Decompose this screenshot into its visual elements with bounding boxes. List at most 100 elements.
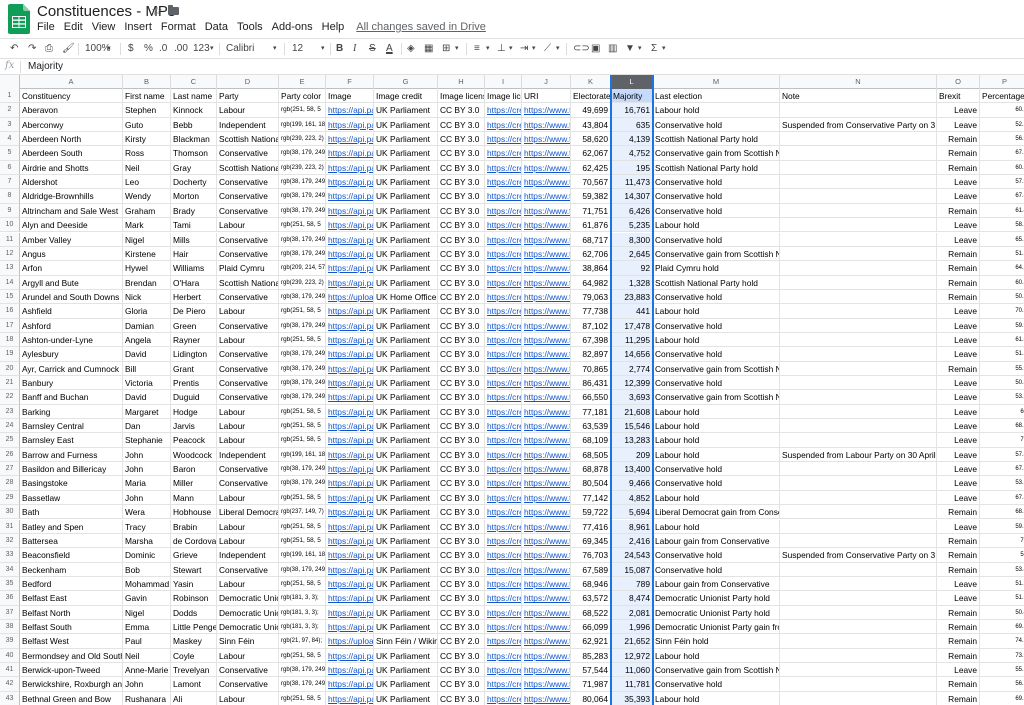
row-number[interactable]: 5 <box>0 146 20 161</box>
cell[interactable]: rgb(251, 58, 5 <box>279 519 326 534</box>
cell[interactable]: https://api.pa <box>326 146 374 161</box>
cell[interactable]: Angus <box>20 246 123 262</box>
cell[interactable]: CC BY 2.0 <box>438 289 485 305</box>
cell[interactable]: https://www.th <box>522 361 571 376</box>
cell[interactable]: https://api.pa <box>326 275 374 290</box>
cell[interactable]: Remain <box>937 677 980 692</box>
borders-icon[interactable]: ▦ <box>424 42 433 56</box>
row-number[interactable]: 39 <box>0 634 20 649</box>
row-number[interactable]: 34 <box>0 562 20 577</box>
cell[interactable]: https://www.th <box>522 246 571 262</box>
cell[interactable]: https://www.th <box>522 103 571 118</box>
cell[interactable]: Little Pengell <box>171 619 217 635</box>
cell[interactable]: 6,426 <box>611 203 653 219</box>
cell[interactable]: Leave <box>937 232 980 247</box>
cell[interactable]: 68,505 <box>571 447 611 463</box>
cell[interactable]: 65.3 <box>980 233 1024 247</box>
filter-icon[interactable]: ▼ <box>625 42 635 56</box>
wrap-icon[interactable]: ⇥ <box>520 42 528 56</box>
cell[interactable]: https://api.pa <box>326 447 374 463</box>
cell[interactable]: https://www.th <box>522 548 571 563</box>
cell[interactable]: Remain <box>937 203 980 219</box>
cell[interactable]: Labour <box>217 218 279 233</box>
cell[interactable] <box>780 160 937 176</box>
cell[interactable]: rgb(38, 179, 249 <box>279 246 326 262</box>
cell[interactable]: Conservative hold <box>653 289 780 305</box>
cell[interactable]: UK Parliament <box>374 576 438 592</box>
cell[interactable]: Nick <box>123 289 171 305</box>
cell[interactable]: Remain <box>937 160 980 176</box>
cell[interactable]: Coyle <box>171 648 217 663</box>
cell[interactable]: Remain <box>937 146 980 161</box>
cell[interactable]: Thomson <box>171 146 217 161</box>
row-number[interactable]: 1 <box>0 89 20 104</box>
cell[interactable]: Conservative hold <box>653 175 780 190</box>
cell[interactable]: Independent <box>217 447 279 463</box>
cell[interactable]: Conservative hold <box>653 677 780 692</box>
cell[interactable]: CC BY 3.0 <box>438 619 485 635</box>
cell[interactable]: 50.3 <box>980 290 1024 305</box>
cell[interactable]: UK Parliament <box>374 376 438 391</box>
cell[interactable]: CC BY 3.0 <box>438 175 485 190</box>
cell[interactable]: https://cre <box>485 433 522 448</box>
cell[interactable]: Belfast East <box>20 591 123 606</box>
cell[interactable]: Independent <box>217 117 279 133</box>
cell[interactable]: Labour <box>217 519 279 534</box>
cell[interactable]: Democratic Unior <box>217 591 279 606</box>
column-header-l[interactable]: L <box>611 75 653 89</box>
cell[interactable]: UK Parliament <box>374 361 438 376</box>
header-cell[interactable]: Image <box>326 89 374 104</box>
cell[interactable]: Labour <box>217 332 279 348</box>
cell[interactable]: UK Parliament <box>374 275 438 290</box>
column-header-k[interactable]: K <box>571 75 611 89</box>
cell[interactable]: https://api.pa <box>326 490 374 506</box>
cell[interactable]: 8,961 <box>611 519 653 534</box>
cell[interactable]: 67.9 <box>980 146 1024 161</box>
cell[interactable]: rgb(251, 58, 5 <box>279 332 326 348</box>
cell[interactable]: https://www.th <box>522 332 571 348</box>
cell[interactable]: 59.6 <box>980 520 1024 534</box>
cell[interactable]: Mann <box>171 490 217 506</box>
cell[interactable]: 77,142 <box>571 490 611 506</box>
cell[interactable]: John <box>123 447 171 463</box>
cell[interactable]: https://api.pa <box>326 404 374 420</box>
cell[interactable]: Dodds <box>171 605 217 620</box>
cell[interactable]: CC BY 3.0 <box>438 562 485 577</box>
cell[interactable]: 43,804 <box>571 117 611 133</box>
cell[interactable]: rgb(199, 161, 18 <box>279 447 326 463</box>
text-color-button[interactable]: A <box>386 42 393 56</box>
cell[interactable]: https://www.th <box>522 347 571 362</box>
cell[interactable]: Stephanie <box>123 433 171 448</box>
cell[interactable]: Mohammad <box>123 576 171 592</box>
cell[interactable]: UK Parliament <box>374 462 438 477</box>
cell[interactable]: https://www.th <box>522 175 571 190</box>
header-cell[interactable]: Constituency <box>20 89 123 104</box>
cell[interactable]: rgb(251, 58, 5 <box>279 691 326 705</box>
cell[interactable]: Banff and Buchan <box>20 390 123 405</box>
row-number[interactable]: 30 <box>0 505 20 520</box>
cell[interactable]: Leave <box>937 462 980 477</box>
cell[interactable]: 71,751 <box>571 203 611 219</box>
cell[interactable]: https://cre <box>485 117 522 133</box>
menu-file[interactable]: File <box>37 21 55 33</box>
cell[interactable]: 38,864 <box>571 261 611 276</box>
cell[interactable]: Miller <box>171 476 217 491</box>
cell[interactable] <box>780 490 937 506</box>
cell[interactable]: CC BY 3.0 <box>438 576 485 592</box>
cell[interactable]: rgb(21, 97, 84); <box>279 634 326 649</box>
cell[interactable] <box>780 634 937 649</box>
cell[interactable]: CC BY 3.0 <box>438 462 485 477</box>
cell[interactable]: https://api.pa <box>326 332 374 348</box>
cell[interactable]: https://api.pa <box>326 533 374 549</box>
cell[interactable] <box>780 275 937 290</box>
cell[interactable]: 63,572 <box>571 591 611 606</box>
cell[interactable]: David <box>123 390 171 405</box>
cell[interactable]: rgb(181, 3, 3); <box>279 619 326 635</box>
cell[interactable]: De Piero <box>171 304 217 319</box>
cell[interactable]: CC BY 3.0 <box>438 146 485 161</box>
cell[interactable]: https://api.pa <box>326 376 374 391</box>
cell[interactable]: rgb(38, 179, 249 <box>279 663 326 678</box>
cell[interactable]: rgb(251, 58, 5 <box>279 103 326 118</box>
cell[interactable]: Scottish National <box>217 275 279 290</box>
cell[interactable]: Labour gain from Conservative <box>653 533 780 549</box>
